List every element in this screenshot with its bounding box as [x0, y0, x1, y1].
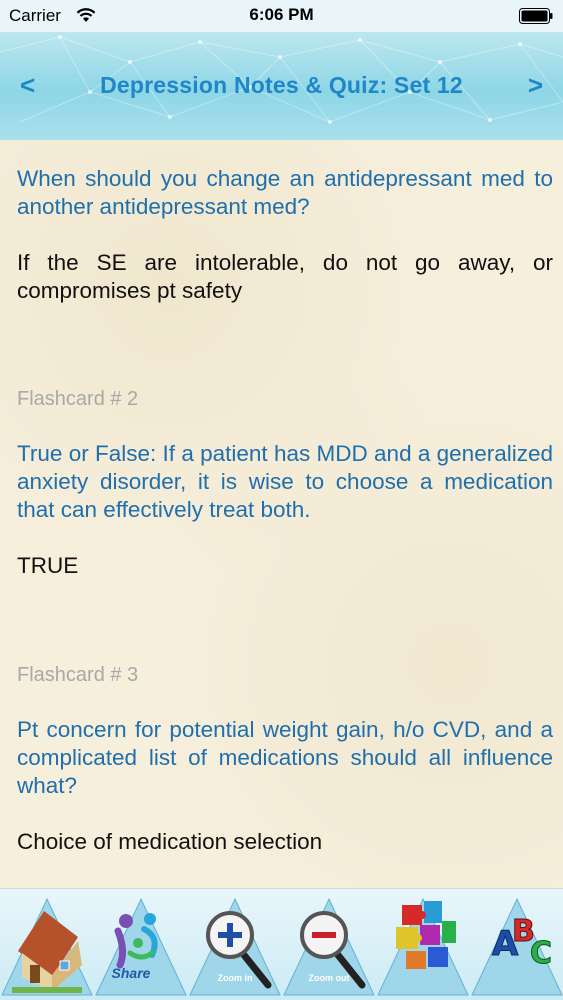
question-text: When should you change an antidepressant… — [17, 166, 553, 219]
quiz-button[interactable] — [376, 891, 470, 999]
nav-header: < Depression Notes & Quiz: Set 12 > — [0, 32, 563, 140]
question-text: True or False: If a patient has MDD and … — [17, 441, 553, 522]
zoom-out-label: Zoom out — [308, 973, 350, 983]
puzzle-icon — [377, 897, 469, 996]
zoom-out-button[interactable]: Zoom out — [282, 891, 376, 999]
answer-text: Choice of medication selection — [17, 829, 323, 854]
svg-text:C: C — [530, 936, 552, 971]
battery-icon — [519, 8, 553, 24]
share-button[interactable]: Share — [94, 891, 188, 999]
abc-button[interactable]: A B C — [470, 891, 563, 999]
flashcard-2: Flashcard # 2 True or False: If a patien… — [17, 385, 553, 580]
answer-text: If the SE are intolerable, do not go awa… — [17, 250, 553, 303]
clock: 6:06 PM — [249, 5, 314, 24]
home-button[interactable] — [0, 891, 94, 999]
forward-button[interactable]: > — [528, 70, 543, 101]
flashcard-1: When should you change an antidepressant… — [17, 165, 553, 305]
flashcard-label: Flashcard # 3 — [17, 664, 139, 686]
question-text: Pt concern for potential weight gain, h/… — [17, 717, 553, 798]
status-bar: Carrier 6:06 PM — [0, 0, 563, 32]
house-icon — [1, 897, 93, 996]
bottom-toolbar: Share Zoom in Zoom out A B C — [0, 888, 563, 1000]
answer-text: TRUE — [17, 553, 79, 578]
share-icon — [95, 897, 187, 996]
flashcard-3: Flashcard # 3 Pt concern for potential w… — [17, 661, 553, 856]
share-label: Share — [111, 965, 151, 981]
zoom-in-label: Zoom in — [217, 973, 253, 983]
flashcard-content[interactable]: When should you change an antidepressant… — [0, 140, 563, 888]
page-title: Depression Notes & Quiz: Set 12 — [100, 72, 463, 98]
abc-blocks-icon: A B C — [471, 897, 563, 996]
zoom-in-button[interactable]: Zoom in — [188, 891, 282, 999]
flashcard-label: Flashcard # 2 — [17, 388, 139, 410]
